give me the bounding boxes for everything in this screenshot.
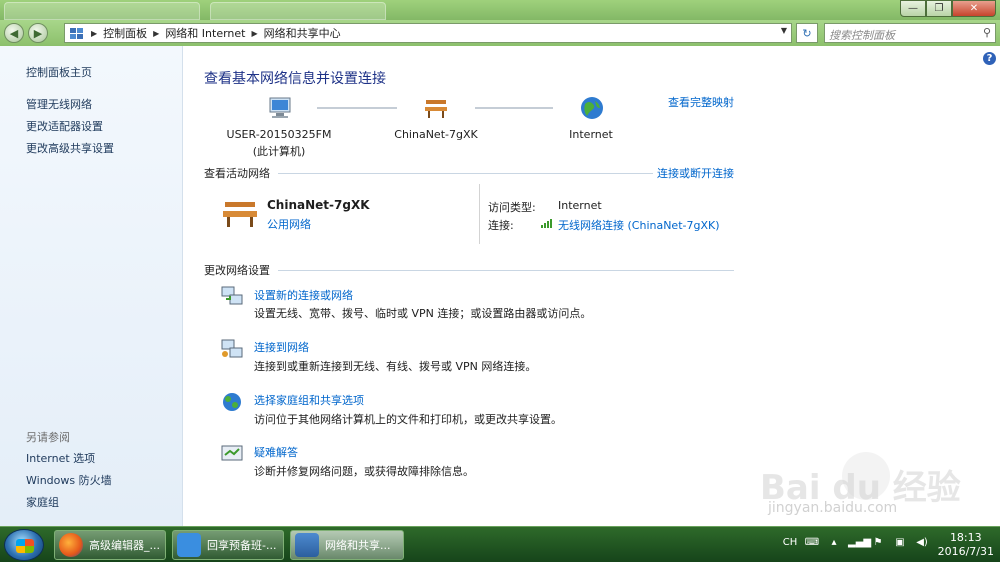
background-tab — [4, 2, 200, 20]
control-panel-icon — [70, 28, 83, 39]
connections-label: 连接: — [488, 219, 514, 232]
breadcrumb-separator: ▶ — [91, 28, 98, 38]
taskbar-button-firefox[interactable]: 高级编辑器_... — [54, 530, 166, 560]
background-tab — [210, 2, 386, 20]
search-placeholder: 搜索控制面板 — [829, 29, 895, 42]
sidebar-item-manage-wireless[interactable]: 管理无线网络 — [26, 96, 92, 112]
breadcrumb-network-sharing-center[interactable]: 网络和共享中心 — [264, 25, 341, 41]
access-type-value: Internet — [558, 199, 602, 212]
page-title: 查看基本网络信息并设置连接 — [204, 71, 386, 87]
address-dropdown-icon[interactable]: ▼ — [781, 26, 787, 35]
computer-name: USER-20150325FM — [226, 128, 332, 141]
watermark-url: jingyan.baidu.com — [768, 500, 898, 516]
bench-icon — [425, 100, 447, 118]
sidebar-item-advanced-sharing[interactable]: 更改高级共享设置 — [26, 140, 114, 156]
homegroup-icon — [223, 393, 241, 411]
see-also-header: 另请参阅 — [26, 431, 70, 444]
keyboard-icon[interactable]: ⌨ — [804, 537, 820, 551]
connection-line — [317, 107, 397, 109]
computer-subtitle: (此计算机) — [252, 145, 306, 158]
taskbar-button-network-center[interactable]: 网络和共享... — [290, 530, 404, 560]
task-description: 设置无线、宽带、拨号、临时或 VPN 连接；或设置路由器或访问点。 — [254, 307, 592, 320]
computer-node-label: USER-20150325FM (此计算机) — [209, 128, 349, 159]
window-title-bar: — ❐ ✕ — [0, 0, 1000, 20]
maximize-button[interactable]: ❐ — [926, 0, 952, 17]
breadcrumb-separator: ▶ — [153, 28, 160, 38]
sidebar-item-homegroup[interactable]: 家庭组 — [26, 494, 59, 510]
wireless-connection-link[interactable]: 无线网络连接 (ChinaNet-7gXK) — [558, 217, 720, 233]
taskbar-button-game[interactable]: 回享预备班-... — [172, 530, 284, 560]
language-indicator[interactable]: CH — [782, 537, 798, 551]
bench-icon — [223, 202, 257, 227]
change-settings-header: 更改网络设置 — [204, 264, 270, 277]
network-signal-icon[interactable]: ▂▄▆ — [848, 537, 871, 551]
active-networks-header: 查看活动网络 — [204, 167, 270, 180]
sidebar: 控制面板主页 管理无线网络 更改适配器设置 更改高级共享设置 另请参阅 Inte… — [0, 46, 183, 526]
forward-button[interactable]: ▶ — [28, 23, 48, 43]
help-icon[interactable]: ? — [983, 52, 996, 65]
internet-node-label: Internet — [569, 128, 613, 141]
vertical-divider — [479, 184, 480, 244]
start-button[interactable] — [4, 529, 44, 561]
tray-expand-icon[interactable]: ▴ — [826, 537, 842, 551]
task-homegroup-sharing-link[interactable]: 选择家庭组和共享选项 — [254, 392, 364, 408]
search-input[interactable]: 搜索控制面板 ⚲ — [824, 23, 996, 43]
network-type-link[interactable]: 公用网络 — [267, 216, 311, 232]
action-center-icon[interactable]: ⚑ — [870, 537, 886, 551]
access-type-label: 访问类型: — [488, 201, 536, 214]
globe-icon — [581, 97, 603, 119]
network-icon — [295, 533, 319, 557]
connect-disconnect-link[interactable]: 连接或断开连接 — [657, 165, 734, 181]
breadcrumb-separator: ▶ — [251, 28, 258, 38]
window-controls: — ❐ ✕ — [900, 0, 996, 17]
task-description: 访问位于其他网络计算机上的文件和打印机，或更改共享设置。 — [254, 413, 562, 426]
sidebar-item-internet-options[interactable]: Internet 选项 — [26, 450, 95, 466]
minimize-button[interactable]: — — [900, 0, 926, 17]
network-node-label: ChinaNet-7gXK — [394, 128, 478, 141]
section-divider — [278, 270, 734, 271]
firefox-icon — [59, 533, 83, 557]
breadcrumb-network-internet[interactable]: 网络和 Internet — [165, 25, 245, 41]
task-setup-new-connection-link[interactable]: 设置新的连接或网络 — [254, 287, 353, 303]
signal-strength-icon — [541, 219, 552, 228]
clock-date: 2016/7/31 — [937, 545, 994, 558]
taskbar-button-label: 高级编辑器_... — [89, 539, 160, 552]
section-divider — [278, 173, 653, 174]
taskbar-button-label: 网络和共享... — [325, 539, 391, 552]
address-bar[interactable]: ▶ 控制面板 ▶ 网络和 Internet ▶ 网络和共享中心 ▼ — [64, 23, 792, 43]
computer-icon — [269, 97, 291, 118]
taskbar-button-label: 回享预备班-... — [207, 539, 277, 552]
refresh-button[interactable]: ↻ — [796, 23, 818, 43]
close-button[interactable]: ✕ — [952, 0, 996, 17]
troubleshoot-icon — [221, 445, 243, 461]
full-map-link[interactable]: 查看完整映射 — [668, 94, 734, 110]
system-tray: CH ⌨ ▴ ▂▄▆ ⚑ ▣ ◀) — [782, 537, 930, 551]
back-button[interactable]: ◀ — [4, 23, 24, 43]
active-network-name: ChinaNet-7gXK — [267, 198, 370, 212]
new-connection-icon — [221, 286, 243, 305]
volume-icon[interactable]: ◀) — [914, 537, 930, 551]
task-troubleshoot-link[interactable]: 疑难解答 — [254, 444, 298, 460]
taskbar: 高级编辑器_... 回享预备班-... 网络和共享... CH ⌨ ▴ ▂▄▆ … — [0, 526, 1000, 562]
navigation-bar: ◀ ▶ ▶ 控制面板 ▶ 网络和 Internet ▶ 网络和共享中心 ▼ ↻ … — [0, 20, 1000, 46]
security-icon[interactable]: ▣ — [892, 537, 908, 551]
windows-logo-icon — [16, 539, 34, 553]
connect-network-icon — [221, 339, 243, 358]
gamepad-icon — [177, 533, 201, 557]
sidebar-item-windows-firewall[interactable]: Windows 防火墙 — [26, 472, 112, 488]
task-description: 连接到或重新连接到无线、有线、拨号或 VPN 网络连接。 — [254, 360, 537, 373]
task-connect-network-link[interactable]: 连接到网络 — [254, 339, 309, 355]
search-icon[interactable]: ⚲ — [983, 26, 991, 39]
connection-line — [475, 107, 553, 109]
sidebar-item-home[interactable]: 控制面板主页 — [26, 64, 92, 80]
clock[interactable]: 18:13 2016/7/31 — [938, 531, 994, 559]
task-description: 诊断并修复网络问题，或获得故障排除信息。 — [254, 465, 474, 478]
sidebar-item-adapter-settings[interactable]: 更改适配器设置 — [26, 118, 103, 134]
breadcrumb-control-panel[interactable]: 控制面板 — [103, 25, 147, 41]
clock-time: 18:13 — [949, 531, 982, 544]
